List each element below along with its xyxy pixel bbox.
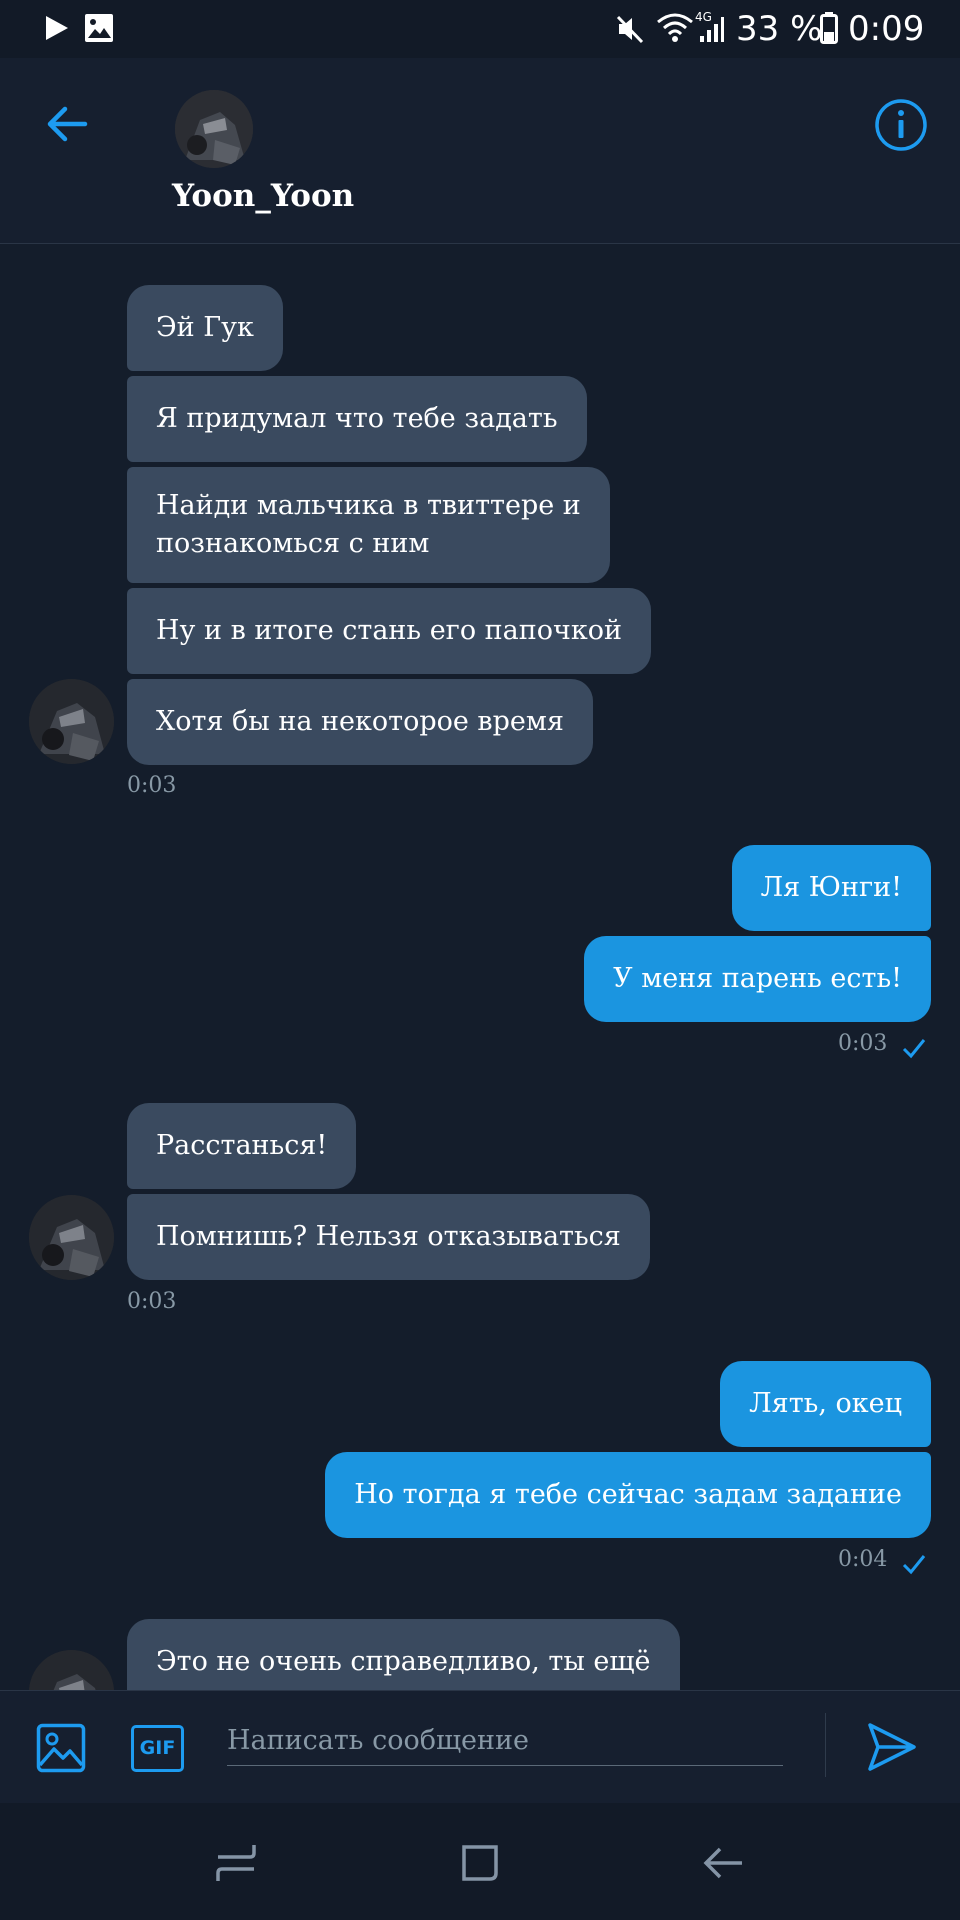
message-bubble-incoming[interactable]: Помнишь? Нельзя отказываться [127, 1194, 650, 1280]
send-icon[interactable] [866, 1721, 918, 1773]
message-bubble-outgoing[interactable]: Ля Юнги! [731, 845, 931, 931]
play-icon [46, 16, 68, 40]
image-upload-icon[interactable] [36, 1723, 86, 1773]
message-text: Эй Гук [156, 312, 254, 343]
battery-percent: 33 % [736, 9, 823, 49]
sent-check-icon [902, 1039, 926, 1059]
message-composer: GIF Написать сообщение [0, 1690, 960, 1803]
message-timestamp: 0:03 [838, 1031, 888, 1056]
home-icon[interactable] [458, 1841, 502, 1885]
system-navigation-bar [0, 1803, 960, 1920]
message-bubble-outgoing[interactable]: Лять, окец [720, 1361, 931, 1447]
status-bar: 4G 33 % 0:09 [0, 0, 960, 58]
image-notification-icon [85, 14, 113, 42]
signal-icon [700, 17, 724, 42]
sent-check-icon [902, 1555, 926, 1575]
back-nav-icon[interactable] [702, 1841, 746, 1885]
battery-icon [820, 12, 838, 44]
message-text: познакомься с ним [156, 528, 430, 559]
message-text: Хотя бы на некоторое время [156, 706, 564, 737]
message-list[interactable]: Эй Гук Я придумал что тебе задать Найди … [0, 245, 960, 1690]
message-text: Ля Юнги! [760, 872, 902, 903]
divider [825, 1713, 826, 1777]
message-text: Я придумал что тебе задать [156, 403, 558, 434]
recent-apps-icon[interactable] [214, 1841, 258, 1885]
message-text: Лять, окец [749, 1388, 902, 1419]
mute-icon [616, 15, 644, 44]
wifi-icon [657, 13, 693, 42]
avatar[interactable] [175, 90, 253, 168]
message-text: Это не очень справедливо, ты ещё [156, 1646, 651, 1677]
message-bubble-incoming[interactable]: Расстанься! [127, 1103, 357, 1189]
message-bubble-outgoing[interactable]: Но тогда я тебе сейчас задам задание [325, 1452, 931, 1538]
message-text: Ну и в итоге стань его папочкой [156, 615, 622, 646]
conversation-header: Yoon_Yoon [0, 58, 960, 244]
message-text: Помнишь? Нельзя отказываться [156, 1221, 621, 1252]
message-bubble-incoming[interactable]: Это не очень справедливо, ты ещё [127, 1619, 680, 1690]
message-bubble-incoming[interactable]: Я придумал что тебе задать [127, 376, 587, 462]
clock: 0:09 [848, 9, 925, 49]
sender-avatar[interactable] [29, 1195, 114, 1280]
message-bubble-incoming[interactable]: Найди мальчика в твиттере и познакомься … [127, 467, 610, 583]
message-input[interactable]: Написать сообщение [227, 1716, 783, 1766]
message-text: У меня парень есть! [613, 963, 902, 994]
sender-avatar[interactable] [29, 1650, 114, 1690]
message-text: Найди мальчика в твиттере и [156, 490, 581, 521]
contact-username[interactable]: Yoon_Yoon [172, 178, 354, 214]
message-timestamp: 0:04 [838, 1547, 888, 1572]
message-text: Но тогда я тебе сейчас задам задание [354, 1479, 902, 1510]
message-bubble-incoming[interactable]: Эй Гук [127, 285, 283, 371]
sender-avatar[interactable] [29, 679, 114, 764]
message-bubble-incoming[interactable]: Ну и в итоге стань его папочкой [127, 588, 651, 674]
gif-label: GIF [139, 1737, 176, 1759]
back-arrow-icon[interactable] [45, 104, 89, 144]
message-bubble-incoming[interactable]: Хотя бы на некоторое время [127, 679, 593, 765]
message-timestamp: 0:03 [127, 1289, 177, 1314]
message-bubble-outgoing[interactable]: У меня парень есть! [584, 936, 931, 1022]
info-icon[interactable] [874, 98, 928, 152]
gif-button[interactable]: GIF [131, 1725, 184, 1772]
message-text: Расстанься! [156, 1130, 328, 1161]
message-timestamp: 0:03 [127, 773, 177, 798]
